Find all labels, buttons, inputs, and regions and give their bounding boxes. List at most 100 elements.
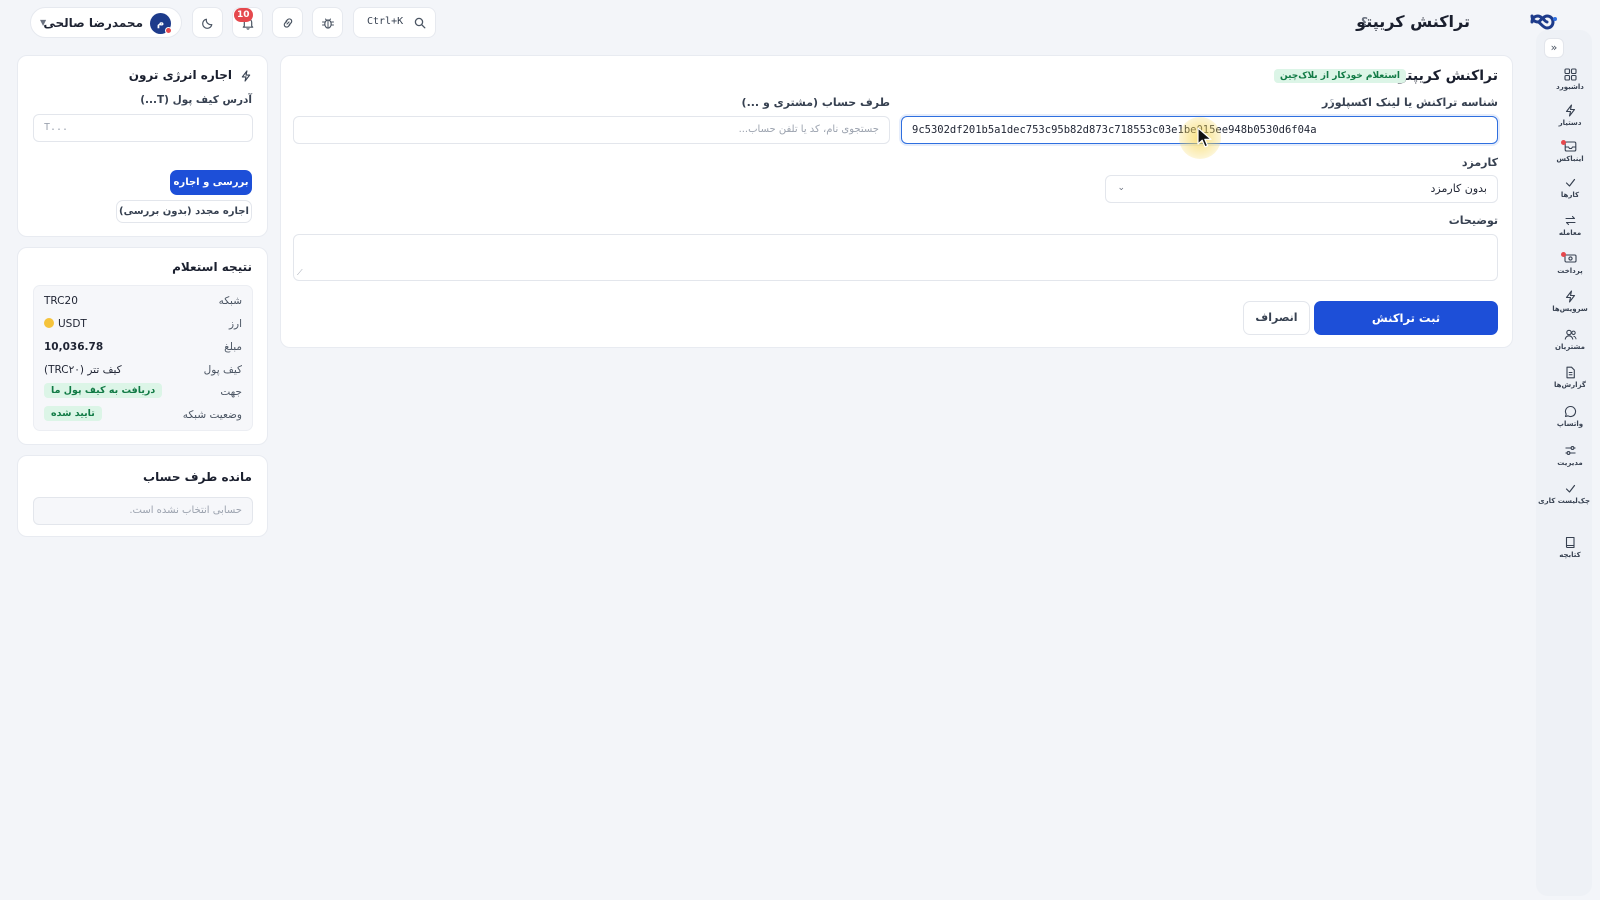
users-icon [1564, 329, 1577, 340]
sidebar-item-management[interactable]: مدیریت [1550, 444, 1590, 467]
file-icon [1565, 366, 1575, 379]
sliders-icon [1565, 446, 1575, 455]
chevron-down-icon: ⌄ [1117, 183, 1125, 193]
sidebar-item-label: داشبورد [1556, 83, 1584, 91]
page-title: تراکنش کریپتو [1356, 12, 1470, 31]
result-key-currency: ارز [228, 318, 242, 330]
tron-energy-title: اجاره انرژی ترون [128, 68, 232, 82]
user-menu[interactable]: م محمدرضا صالحی ▼ [30, 7, 182, 38]
sidebar-item-whatsapp[interactable]: واتساپ [1550, 405, 1590, 428]
sidebar-item-assistant[interactable]: دستیار [1550, 104, 1590, 127]
result-key-network-status: وضعیت شبکه [182, 409, 242, 421]
sidebar-item-label: پرداخت [1557, 267, 1583, 275]
result-value-network: TRC20 [44, 295, 78, 307]
bolt-icon [1565, 104, 1575, 117]
notes-textarea[interactable]: ⟋ [293, 234, 1498, 281]
notifications-badge: 10 [234, 8, 253, 22]
bug-report-button[interactable] [312, 7, 343, 38]
collapse-sidebar-button[interactable]: » [1544, 38, 1564, 58]
result-value-direction: دریافت به کیف پول ما [44, 383, 163, 398]
bolt-icon [241, 70, 251, 82]
wallet-address-label: آدرس کیف پول (T...) [140, 94, 252, 106]
bug-icon [322, 18, 334, 29]
search-icon [414, 17, 426, 29]
sidebar-item-label: معامله [1558, 229, 1582, 237]
result-key-network: شبکه [218, 295, 242, 307]
link-icon [283, 18, 293, 28]
result-value-amount: 10,036.78 [44, 341, 104, 353]
lookup-result-list: شبکه TRC20 ارز USDT مبلغ 10,036.78 کیف پ… [33, 285, 253, 431]
sidebar-item-label: اینباکس [1556, 155, 1584, 163]
fee-label: کارمزد [1461, 156, 1498, 169]
sidebar-item-label: سرویس‌ها [1552, 305, 1588, 313]
sidebar-item-label: کتابچه [1559, 551, 1581, 559]
submit-transaction-button[interactable]: ثبت تراکنش [1314, 301, 1498, 335]
usdt-coin-icon [44, 318, 54, 328]
swap-icon [1564, 215, 1576, 226]
grid-icon [1563, 68, 1577, 81]
sidebar-item-payment[interactable]: پرداخت [1550, 252, 1590, 275]
sidebar-item-handbook[interactable]: کتابچه [1550, 536, 1590, 559]
unread-dot [1561, 140, 1566, 145]
sidebar-item-customers[interactable]: مشتریان [1550, 328, 1590, 351]
sidebar-item-label: چک‌لیست کاری [1538, 497, 1590, 505]
top-bar: تراکنش کریپتو ؟ Ctrl+K 10 م محمدرضا صالح… [0, 0, 1600, 46]
check-and-rent-button[interactable]: بررسی و اجاره [170, 170, 252, 195]
mouse-cursor-icon [1197, 127, 1212, 148]
notes-label: توضیحات [1448, 214, 1498, 227]
form-title: تراکنش کریپتو [1398, 68, 1498, 84]
party-search-input[interactable]: جستجوی نام، کد یا تلفن حساب... [293, 116, 890, 144]
bolt-icon [1565, 290, 1575, 303]
check-icon [1565, 484, 1575, 493]
re-rent-button[interactable]: اجاره مجدد (بدون بررسی) [116, 200, 252, 223]
sidebar-item-services[interactable]: سرویس‌ها [1550, 290, 1590, 313]
cancel-button[interactable]: انصراف [1243, 301, 1310, 335]
lookup-result-title: نتیجه استعلام [172, 260, 252, 274]
search-shortcut: Ctrl+K [367, 16, 404, 27]
account-balance-empty: حسابی انتخاب نشده است. [33, 497, 253, 525]
result-value-network-status: تایید شده [44, 406, 102, 421]
sidebar-item-label: کارها [1560, 191, 1580, 199]
theme-toggle-button[interactable] [192, 7, 223, 38]
account-balance-card: مانده طرف حساب حسابی انتخاب نشده است. [17, 455, 268, 537]
lookup-result-card: نتیجه استعلام شبکه TRC20 ارز USDT مبلغ 1… [17, 247, 268, 445]
sidebar-item-checklist[interactable]: چک‌لیست کاری [1538, 482, 1590, 505]
sidebar-item-dashboard[interactable]: داشبورد [1550, 68, 1590, 91]
auto-lookup-badge: استعلام خودکار از بلاک‌چین [1273, 69, 1406, 83]
sidebar-item-label: گزارش‌ها [1554, 381, 1586, 389]
help-icon[interactable]: ؟ [1330, 98, 1334, 107]
user-name: محمدرضا صالحی [43, 16, 143, 30]
result-value-wallet: کیف تتر (TRC۲۰) [44, 364, 122, 376]
sidebar-item-label: واتساپ [1556, 420, 1584, 428]
link-button[interactable] [272, 7, 303, 38]
currency-code: USDT [58, 318, 87, 330]
sidebar-item-tasks[interactable]: کارها [1550, 176, 1590, 199]
sidebar-item-inbox[interactable]: اینباکس [1550, 140, 1590, 163]
account-balance-title: مانده طرف حساب [143, 470, 252, 484]
status-badge: دریافت به کیف پول ما [44, 383, 163, 398]
crypto-transaction-form: تراکنش کریپتو استعلام خودکار از بلاک‌چین… [280, 55, 1513, 348]
result-key-wallet: کیف پول [203, 364, 242, 376]
help-icon[interactable]: ؟ [1361, 15, 1368, 29]
moon-icon [202, 18, 213, 29]
sidebar-item-label: مدیریت [1557, 459, 1583, 467]
sidebar-item-reports[interactable]: گزارش‌ها [1550, 366, 1590, 389]
result-value-currency: USDT [44, 318, 87, 330]
search-button[interactable]: Ctrl+K [353, 7, 436, 38]
txid-label: شناسه تراکنش یا لینک اکسپلورر [1322, 96, 1498, 109]
check-icon [1565, 178, 1575, 187]
party-label: طرف حساب (مشتری و ...) [741, 96, 890, 109]
status-badge: تایید شده [44, 406, 102, 421]
sidebar-item-label: مشتریان [1555, 343, 1585, 351]
sidebar-item-trade[interactable]: معامله [1550, 214, 1590, 237]
wallet-address-input[interactable]: T... [33, 114, 253, 142]
result-key-amount: مبلغ [224, 341, 242, 353]
resize-handle-icon[interactable]: ⟋ [297, 268, 303, 278]
sidebar-item-label: دستیار [1558, 119, 1582, 127]
fee-select[interactable]: بدون کارمزد [1105, 175, 1498, 203]
book-icon [1565, 536, 1575, 549]
chat-icon [1564, 405, 1576, 418]
avatar-status-dot [165, 27, 172, 34]
chevron-down-icon: ▼ [40, 18, 47, 27]
result-key-direction: جهت [220, 386, 242, 398]
